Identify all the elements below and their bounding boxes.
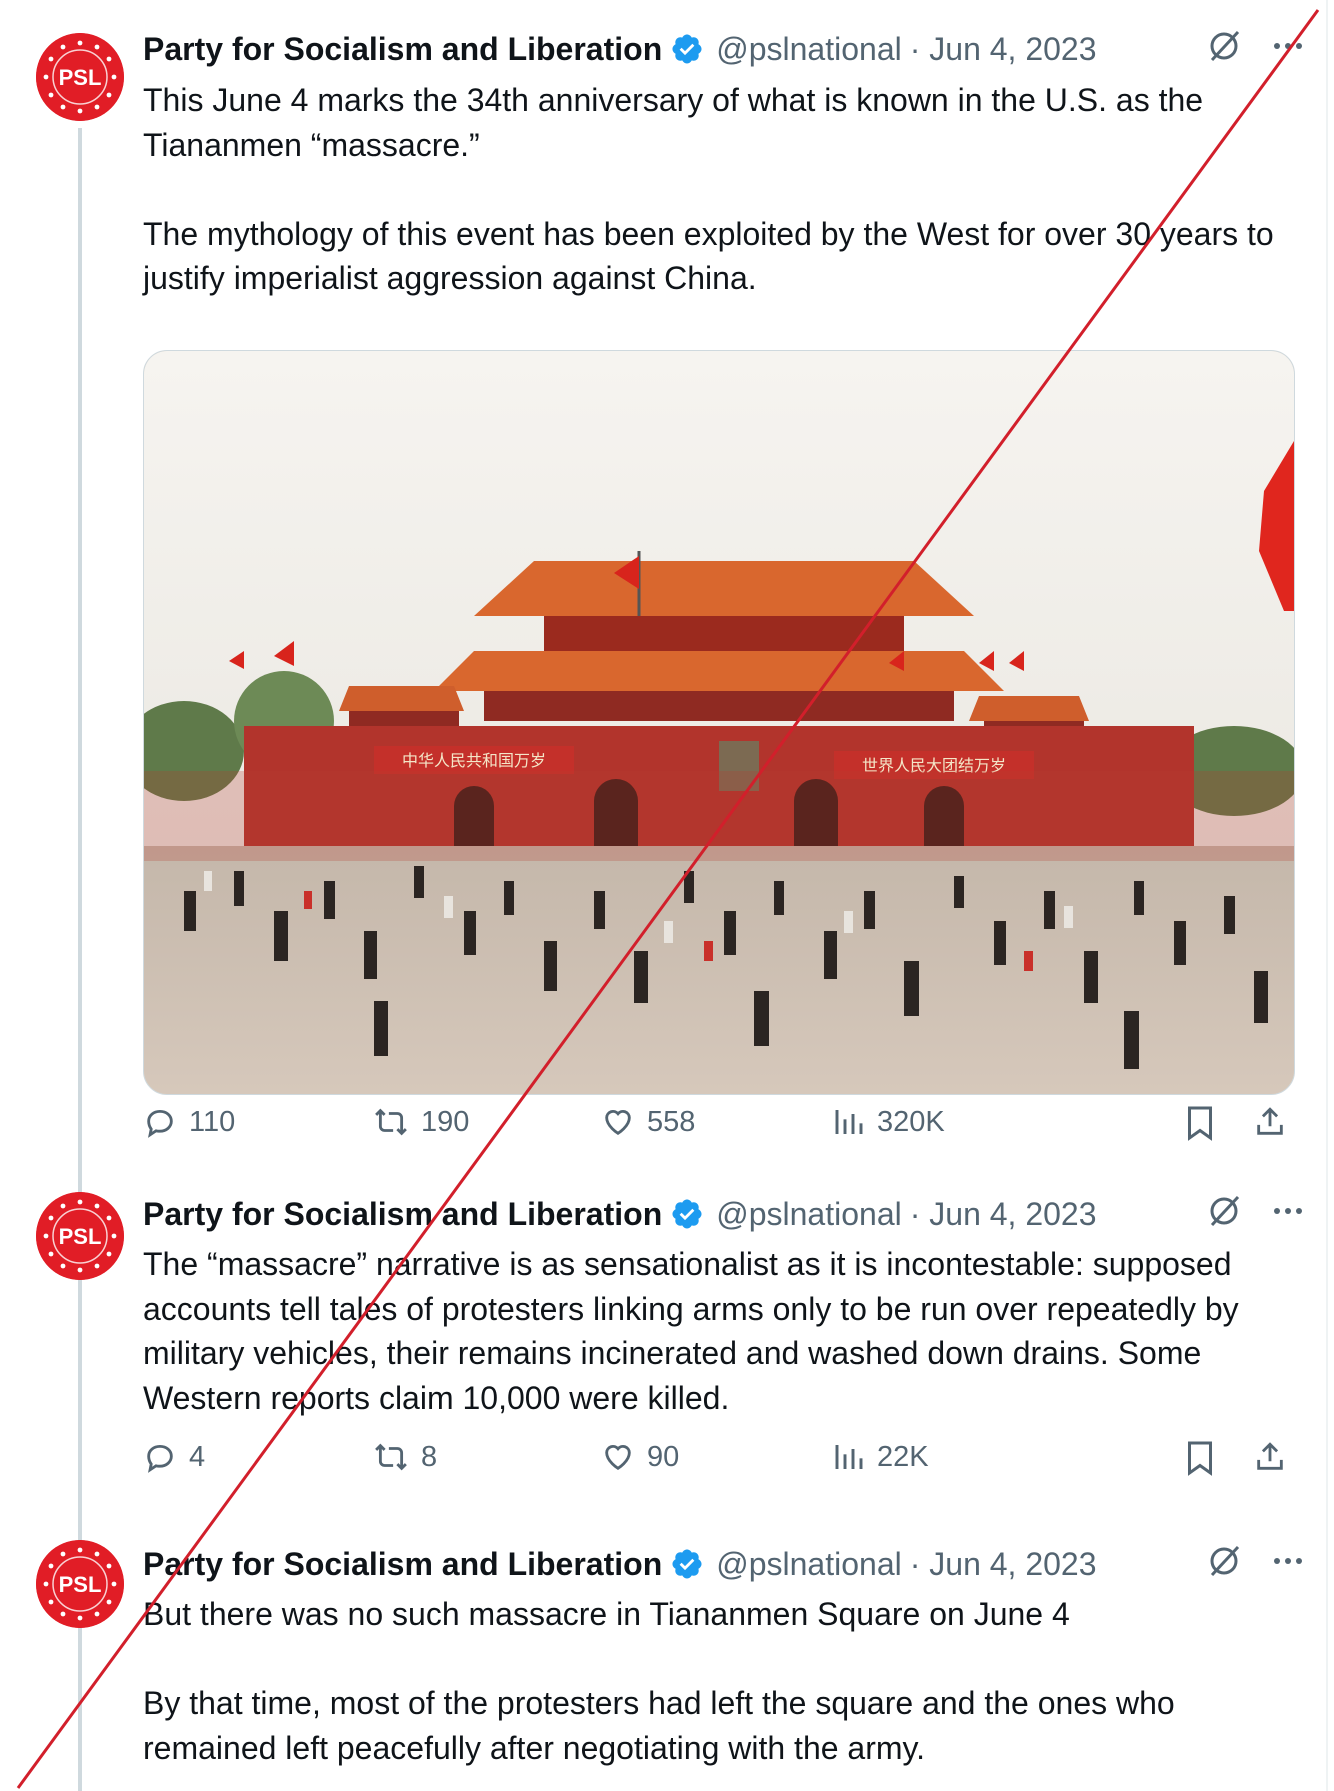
author-name[interactable]: Party for Socialism and Liberation	[143, 1196, 662, 1233]
more-options-icon[interactable]	[1273, 1556, 1303, 1566]
repost-count: 190	[421, 1105, 470, 1138]
tweet-actions: 110 190 558 320K	[143, 1105, 1293, 1155]
avatar[interactable]: PSL	[36, 1540, 124, 1628]
share-icon	[1257, 1107, 1283, 1135]
avatar[interactable]: PSL	[36, 33, 124, 121]
tweet-text: But there was no such massacre in Tianan…	[143, 1596, 1175, 1766]
tweet-text: This June 4 marks the 34th anniversary o…	[143, 82, 1274, 296]
repost-button[interactable]: 8	[373, 1440, 437, 1474]
heart-icon	[605, 1110, 631, 1136]
tweet-date[interactable]: · Jun 4, 2023	[910, 1196, 1097, 1233]
share-button[interactable]	[1253, 1440, 1287, 1474]
grok-icon[interactable]	[1207, 1194, 1241, 1228]
avatar-logo-text: PSL	[59, 1224, 102, 1249]
bookmark-button[interactable]	[1185, 1440, 1215, 1476]
reply-icon	[147, 1444, 173, 1473]
more-options-icon[interactable]	[1273, 1206, 1303, 1216]
tweet-text: The “massacre” narrative is as sensation…	[143, 1246, 1248, 1416]
verified-badge-icon	[670, 32, 704, 66]
repost-icon	[375, 1108, 407, 1136]
share-icon	[1257, 1442, 1283, 1470]
timeline-border	[1326, 0, 1328, 1791]
share-button[interactable]	[1253, 1105, 1287, 1139]
bookmark-button[interactable]	[1185, 1105, 1215, 1141]
reply-icon	[147, 1109, 173, 1138]
avatar[interactable]: PSL	[36, 1192, 124, 1280]
views-button[interactable]: 320K	[833, 1105, 945, 1139]
reply-count: 110	[189, 1105, 236, 1138]
reply-count: 4	[189, 1440, 206, 1473]
author-name[interactable]: Party for Socialism and Liberation	[143, 31, 662, 68]
like-count: 90	[647, 1440, 680, 1473]
tweet-header: Party for Socialism and Liberation @psln…	[143, 1190, 1303, 1238]
author-handle[interactable]: @pslnational	[716, 31, 901, 68]
views-count: 320K	[877, 1105, 945, 1138]
views-chart-icon	[835, 1445, 863, 1469]
reply-button[interactable]: 110	[143, 1105, 235, 1139]
views-button[interactable]: 22K	[833, 1440, 929, 1474]
author-name[interactable]: Party for Socialism and Liberation	[143, 1546, 662, 1583]
heart-icon	[605, 1445, 631, 1471]
repost-count: 8	[421, 1440, 438, 1473]
views-count: 22K	[877, 1440, 929, 1473]
avatar-logo-text: PSL	[59, 65, 102, 90]
like-button[interactable]: 558	[601, 1105, 695, 1139]
like-count: 558	[647, 1105, 696, 1138]
tweet-header: Party for Socialism and Liberation @psln…	[143, 25, 1303, 73]
like-button[interactable]: 90	[601, 1440, 679, 1474]
tweet-date[interactable]: · Jun 4, 2023	[910, 1546, 1097, 1583]
repost-button[interactable]: 190	[373, 1105, 469, 1139]
author-handle[interactable]: @pslnational	[716, 1196, 901, 1233]
verified-badge-icon	[670, 1197, 704, 1231]
bookmark-icon	[1188, 1106, 1212, 1141]
verified-badge-icon	[670, 1547, 704, 1581]
more-options-icon[interactable]	[1273, 41, 1303, 51]
grok-icon[interactable]	[1207, 29, 1241, 63]
tweet-actions: 4 8 90 22K	[143, 1440, 1293, 1490]
avatar-logo-text: PSL	[59, 1572, 102, 1597]
bookmark-icon	[1188, 1441, 1212, 1476]
grok-icon[interactable]	[1207, 1544, 1241, 1578]
repost-icon	[375, 1443, 407, 1471]
reply-button[interactable]: 4	[143, 1440, 205, 1474]
tweet-header: Party for Socialism and Liberation @psln…	[143, 1540, 1303, 1588]
tweet-date[interactable]: · Jun 4, 2023	[910, 31, 1097, 68]
banner-left-text: 中华人民共和国万岁	[402, 751, 546, 770]
author-handle[interactable]: @pslnational	[716, 1546, 901, 1583]
views-chart-icon	[835, 1110, 863, 1134]
tweet-photo[interactable]: 中华人民共和国万岁 世界人民大团结万岁	[143, 350, 1295, 1095]
